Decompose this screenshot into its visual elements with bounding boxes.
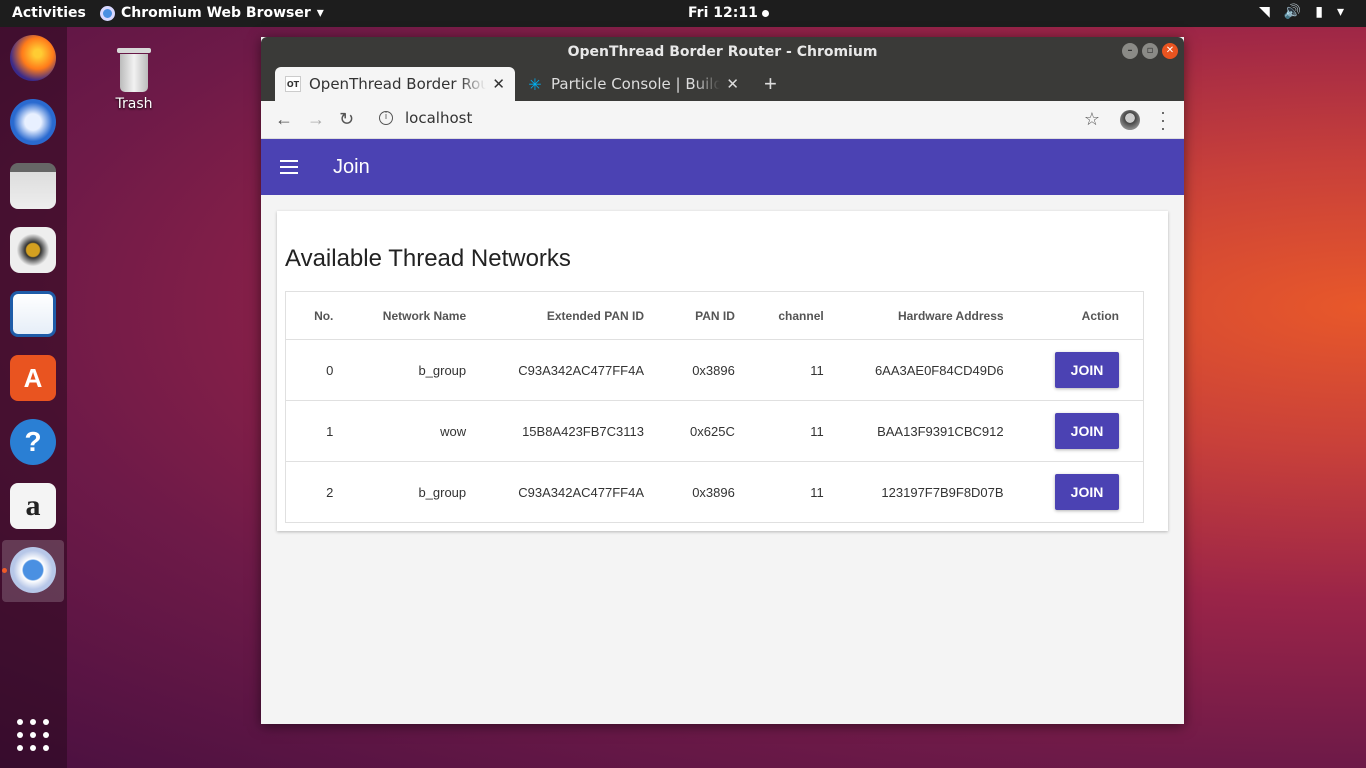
firefox-icon[interactable] [10,35,56,81]
cell-pan-id: 0x3896 [644,461,735,523]
cell-channel: 11 [734,400,824,462]
column-header: No. [285,291,334,340]
clock-label: Fri 12:11 [688,5,758,21]
minimize-icon[interactable]: – [1122,43,1138,59]
rhythmbox-icon[interactable] [10,227,56,273]
column-header: Action [1003,291,1144,340]
profile-avatar[interactable] [1120,110,1140,130]
window-title: OpenThread Border Router - Chromium [567,44,878,60]
cell-no: 0 [285,339,334,401]
clock[interactable]: Fri 12:11 [688,5,769,21]
amazon-icon[interactable]: a [10,483,56,529]
tab-close-icon[interactable]: ✕ [492,75,505,93]
running-indicator-icon [2,568,7,573]
cell-extended-pan-id: C93A342AC477FF4A [466,461,644,523]
cell-pan-id: 0x3896 [644,339,735,401]
cell-no: 1 [285,400,334,462]
libreoffice-writer-icon[interactable] [10,291,56,337]
networks-table: No. Network Name Extended PAN ID PAN ID … [285,291,1144,523]
cell-channel: 11 [734,339,824,401]
battery-icon: ▮ [1315,4,1323,20]
close-icon[interactable]: ✕ [1162,43,1178,59]
desktop-trash[interactable]: Trash [106,46,162,112]
forward-icon[interactable]: → [307,109,325,130]
system-tray[interactable]: ◥ 🔊 ▮ ▾ [1259,4,1344,20]
window-controls: – ▫ ✕ [1122,43,1178,59]
tab-close-icon[interactable]: ✕ [726,75,739,93]
menu-icon[interactable]: · · · [1160,103,1166,137]
wifi-icon: ◥ [1259,4,1270,20]
trash-icon [117,46,151,92]
new-tab-button[interactable]: + [764,71,777,97]
chevron-down-icon: ▾ [1336,4,1344,20]
tab-particle-console[interactable]: ✳ Particle Console | Build your ✕ [517,67,749,101]
cell-action: JOIN [1003,339,1144,401]
trash-label: Trash [115,96,153,112]
cell-hardware-address: 123197F7B9F8D07B [823,461,1004,523]
cell-channel: 11 [734,461,824,523]
cell-no: 2 [285,461,334,523]
column-header: Hardware Address [823,291,1004,340]
browser-window: OpenThread Border Router - Chromium – ▫ … [261,37,1184,724]
files-icon[interactable] [10,163,56,209]
back-icon[interactable]: ← [275,109,293,130]
help-icon[interactable]: ? [10,419,56,465]
column-header: channel [734,291,824,340]
cell-network-name: b_group [333,339,467,401]
maximize-icon[interactable]: ▫ [1142,43,1158,59]
browser-toolbar: ← → ↻ i localhost ☆ · · · [261,101,1184,139]
tab-strip: OT OpenThread Border Router ✕ ✳ Particle… [261,67,1184,101]
hamburger-menu-icon[interactable] [280,160,298,174]
column-header: Extended PAN ID [466,291,644,340]
notification-dot-icon [761,9,769,17]
info-icon[interactable]: i [379,111,393,125]
card-title: Available Thread Networks [285,245,571,272]
table-header-row: No. Network Name Extended PAN ID PAN ID … [285,291,1144,340]
cell-action: JOIN [1003,461,1144,523]
join-button[interactable]: JOIN [1055,352,1119,388]
cell-hardware-address: 6AA3AE0F84CD49D6 [823,339,1004,401]
tab-openthread[interactable]: OT OpenThread Border Router ✕ [275,67,515,101]
column-header: Network Name [333,291,467,340]
chevron-down-icon: ▾ [316,5,324,21]
tab-title: Particle Console | Build your [551,75,721,93]
cell-network-name: wow [333,400,467,462]
column-header: PAN ID [644,291,735,340]
join-button[interactable]: JOIN [1055,474,1119,510]
software-center-icon[interactable]: A [10,355,56,401]
window-titlebar[interactable]: OpenThread Border Router - Chromium – ▫ … [261,37,1184,67]
reload-icon[interactable]: ↻ [339,109,354,130]
app-menu-label: Chromium Web Browser [121,5,311,21]
app-menu[interactable]: Chromium Web Browser ▾ [100,5,324,21]
openthread-favicon-icon: OT [285,76,301,92]
page-title: Join [333,156,370,178]
chromium-icon [100,5,115,21]
dock: A ? a [0,27,67,768]
cell-extended-pan-id: 15B8A423FB7C3113 [466,400,644,462]
cell-network-name: b_group [333,461,467,523]
address-bar[interactable]: i localhost [379,109,472,127]
top-bar: Activities Chromium Web Browser ▾ Fri 12… [0,0,1366,27]
volume-icon: 🔊 [1283,4,1302,20]
cell-pan-id: 0x625C [644,400,735,462]
join-button[interactable]: JOIN [1055,413,1119,449]
bookmark-star-icon[interactable]: ☆ [1084,109,1100,130]
cell-hardware-address: BAA13F9391CBC912 [823,400,1004,462]
table-row: 2 b_group C93A342AC477FF4A 0x3896 11 123… [285,461,1144,523]
app-header: Join [261,139,1184,195]
networks-card: Available Thread Networks No. Network Na… [277,211,1168,531]
cell-extended-pan-id: C93A342AC477FF4A [466,339,644,401]
thunderbird-icon[interactable] [10,99,56,145]
chromium-dock-icon[interactable] [10,547,56,593]
table-row: 0 b_group C93A342AC477FF4A 0x3896 11 6AA… [285,339,1144,401]
table-row: 1 wow 15B8A423FB7C3113 0x625C 11 BAA13F9… [285,400,1144,462]
activities-button[interactable]: Activities [12,5,86,21]
url-text: localhost [405,109,473,127]
show-applications-icon[interactable] [17,719,49,751]
cell-action: JOIN [1003,400,1144,462]
tab-title: OpenThread Border Router [309,75,487,93]
particle-favicon-icon: ✳ [528,74,542,94]
